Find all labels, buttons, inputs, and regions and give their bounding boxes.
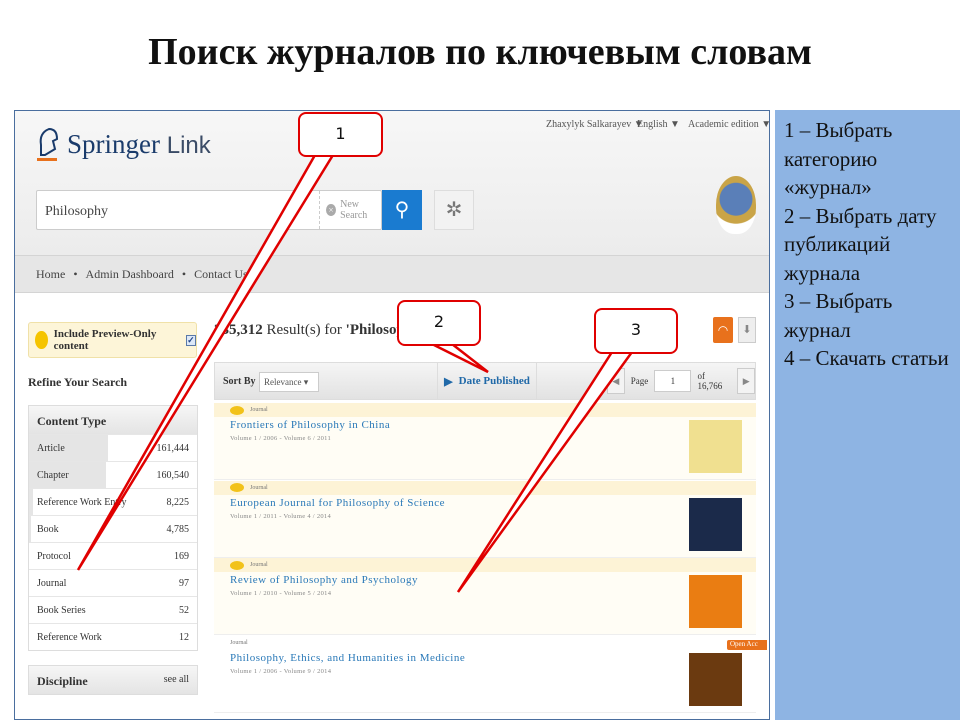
journal-cover[interactable] bbox=[689, 652, 742, 706]
gear-icon: ✲ bbox=[445, 199, 463, 221]
date-published-button[interactable]: ▶ Date Published bbox=[437, 363, 537, 399]
refine-heading: Refine Your Search bbox=[28, 375, 128, 389]
rss-button[interactable]: ◠ bbox=[713, 317, 733, 343]
result-item: Journal European Journal for Philosophy … bbox=[214, 480, 756, 558]
download-button[interactable]: ⬇ bbox=[738, 317, 756, 343]
language-menu[interactable]: English ▼ bbox=[637, 119, 680, 130]
nav-bar: Home • Admin Dashboard • Contact Us bbox=[15, 255, 769, 293]
see-all-link[interactable]: see all bbox=[164, 674, 189, 686]
institution-logo bbox=[716, 176, 756, 234]
content-type-book-series[interactable]: Book Series 52 bbox=[29, 596, 197, 623]
sort-select[interactable]: Relevance ▾ bbox=[259, 372, 319, 392]
result-title-link[interactable]: Philosophy, Ethics, and Humanities in Me… bbox=[214, 652, 756, 664]
edition-menu[interactable]: Academic edition ▼ bbox=[688, 119, 771, 130]
result-title-link[interactable]: Frontiers of Philosophy in China bbox=[214, 419, 756, 431]
nav-admin-dashboard[interactable]: Admin Dashboard bbox=[86, 267, 174, 282]
content-type-article[interactable]: Article 161,444 bbox=[29, 434, 197, 461]
page-input[interactable]: 1 bbox=[654, 370, 692, 392]
step-2: 2 – Выбрать дату публикаций журнала bbox=[784, 203, 937, 285]
journal-icon bbox=[230, 560, 244, 570]
preview-checkbox[interactable]: ✓ bbox=[185, 334, 196, 346]
search-button[interactable]: ⚲ bbox=[382, 190, 422, 230]
journal-cover[interactable] bbox=[689, 420, 742, 473]
lock-icon bbox=[35, 331, 48, 349]
next-page-button[interactable]: ▶ bbox=[737, 368, 755, 394]
result-title-link[interactable]: European Journal for Philosophy of Scien… bbox=[214, 497, 756, 509]
count-bar bbox=[29, 516, 32, 542]
clear-icon: × bbox=[326, 204, 337, 216]
triangle-right-icon: ▶ bbox=[444, 375, 453, 388]
download-icon: ⬇ bbox=[742, 324, 752, 336]
open-access-badge: Open Acc bbox=[727, 640, 767, 650]
horse-icon bbox=[37, 127, 59, 161]
nav-home[interactable]: Home bbox=[36, 267, 65, 282]
search-input[interactable]: Philosophy × New Search bbox=[36, 190, 382, 230]
settings-button[interactable]: ✲ bbox=[434, 190, 474, 230]
step-1: 1 – Выбрать категорию «журнал» bbox=[784, 118, 893, 199]
slide-title: Поиск журналов по ключевым словам bbox=[148, 31, 812, 73]
pagination: ◀ Page 1 of 16,766 ▶ bbox=[607, 368, 755, 394]
journal-icon bbox=[230, 405, 244, 415]
result-count: 335,312 Result(s) for 'Philosophy' bbox=[214, 322, 425, 338]
result-title-link[interactable]: Review of Philosophy and Psychology bbox=[214, 574, 756, 586]
nav-contact-us[interactable]: Contact Us bbox=[194, 267, 248, 282]
content-type-protocol[interactable]: Protocol 169 bbox=[29, 542, 197, 569]
search-icon: ⚲ bbox=[394, 197, 410, 221]
callout-3: 3 bbox=[594, 308, 678, 354]
content-type-panel: Content Type Article 161,444 Chapter 160,54… bbox=[28, 405, 198, 651]
journal-cover[interactable] bbox=[689, 497, 742, 551]
content-type-book[interactable]: Book 4,785 bbox=[29, 515, 197, 542]
content-type-reference-work-entry[interactable]: Reference Work Entry 8,225 bbox=[29, 488, 197, 515]
content-type-chapter[interactable]: Chapter 160,540 bbox=[29, 461, 197, 488]
new-search-button[interactable]: × New Search bbox=[319, 191, 381, 229]
user-menu[interactable]: Zhaxylyk Salkarayev ▼ bbox=[546, 119, 644, 130]
step-3: 3 – Выбрать журнал bbox=[784, 289, 893, 342]
result-item: Journal Frontiers of Philosophy in China… bbox=[214, 403, 756, 480]
journal-cover[interactable] bbox=[689, 575, 742, 628]
content-type-journal[interactable]: Journal 97 bbox=[29, 569, 197, 596]
callout-1: 1 bbox=[298, 112, 383, 157]
preview-toggle[interactable]: Include Preview-Only content ✓ bbox=[28, 322, 197, 358]
journal-icon bbox=[230, 483, 244, 492]
rss-icon: ◠ bbox=[717, 323, 729, 337]
instructions-panel: 1 – Выбрать категорию «журнал» 2 – Выбра… bbox=[775, 110, 960, 720]
prev-page-button[interactable]: ◀ bbox=[607, 368, 625, 394]
count-bar bbox=[29, 489, 33, 515]
discipline-panel: Discipline see all bbox=[28, 665, 198, 695]
result-item: Journal Philosophy, Ethics, and Humaniti… bbox=[214, 635, 756, 713]
content-type-header: Content Type bbox=[29, 406, 197, 434]
content-type-reference-work[interactable]: Reference Work 12 bbox=[29, 623, 197, 650]
sort-bar: Sort By Relevance ▾ ▶ Date Published ◀ Pa… bbox=[214, 362, 756, 400]
callout-2: 2 bbox=[397, 300, 481, 346]
springer-logo[interactable]: Springer Link bbox=[35, 125, 211, 163]
result-item: Journal Review of Philosophy and Psychol… bbox=[214, 558, 756, 635]
step-4: 4 – Скачать статьи bbox=[784, 346, 949, 370]
